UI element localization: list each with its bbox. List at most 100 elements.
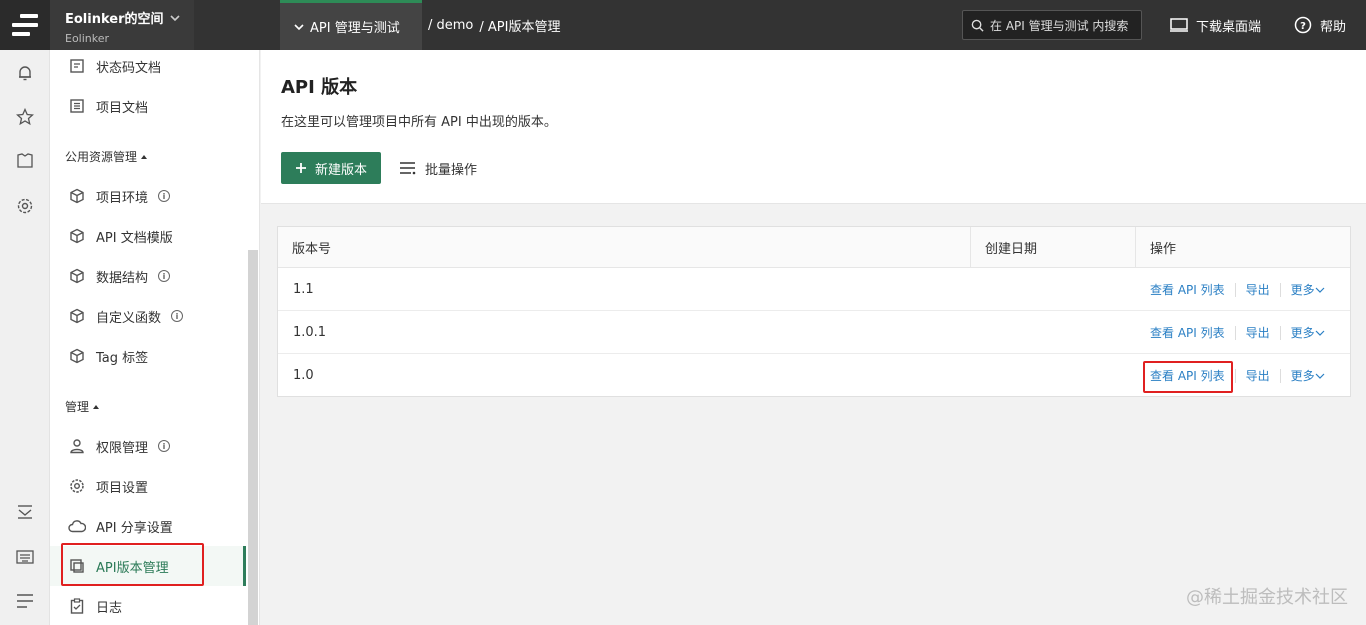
sidebar-item-project-env[interactable]: 项目环境 i — [50, 176, 246, 216]
new-version-button[interactable]: 新建版本 — [281, 152, 381, 184]
view-api-list-link[interactable]: 查看 API 列表 — [1150, 367, 1225, 384]
workspace-switcher[interactable]: Eolinker的空间 Eolinker — [50, 0, 194, 50]
info-icon[interactable]: i — [158, 440, 171, 452]
sidebar-item-tag[interactable]: Tag 标签 — [50, 336, 246, 376]
settings-icon[interactable] — [15, 196, 35, 216]
copy-icon — [68, 557, 86, 575]
column-header-version: 版本号 — [292, 242, 332, 257]
version-cell: 1.0.1 — [293, 325, 327, 340]
user-icon — [68, 437, 86, 455]
row-operations: 查看 API 列表 导出 更多 — [1150, 268, 1325, 311]
sidebar-scrollbar[interactable] — [248, 250, 258, 625]
sidebar-item-label: 项目文档 — [96, 100, 149, 116]
svg-text:?: ? — [1300, 21, 1306, 32]
clipboard-icon — [68, 597, 86, 615]
sidebar-item-label: Tag 标签 — [96, 350, 149, 366]
sidebar-item-label: API版本管理 — [96, 560, 169, 576]
download-desktop-button[interactable]: 下载桌面端 — [1170, 0, 1261, 50]
list-doc-icon — [68, 97, 86, 115]
sidebar-item-logs[interactable]: 日志 — [50, 586, 246, 625]
chevron-down-icon — [294, 23, 304, 30]
search-icon — [971, 19, 984, 32]
page-title: API 版本 — [281, 77, 358, 98]
doc-icon — [68, 57, 86, 75]
export-link[interactable]: 导出 — [1246, 367, 1270, 384]
section-public-resources[interactable]: 公用资源管理 — [65, 148, 148, 165]
more-dropdown[interactable]: 更多 — [1291, 281, 1325, 298]
shirt-icon[interactable] — [15, 151, 35, 171]
sidebar-item-api-share-settings[interactable]: API 分享设置 — [50, 506, 246, 546]
search-placeholder: 在 API 管理与测试 内搜索 — [990, 18, 1129, 33]
sidebar-item-label: 项目设置 — [96, 480, 149, 496]
workspace-subtitle: Eolinker — [65, 32, 110, 45]
sidebar-item-label: 自定义函数 — [96, 310, 162, 326]
cube-icon — [68, 347, 86, 365]
breadcrumb: / demo / API版本管理 — [428, 0, 560, 50]
monitor-icon — [1170, 18, 1188, 32]
sidebar-item-label: 日志 — [96, 600, 123, 616]
view-api-list-link[interactable]: 查看 API 列表 — [1150, 281, 1225, 298]
sidebar-item-permissions[interactable]: 权限管理 i — [50, 426, 246, 466]
chevron-down-icon — [1315, 330, 1325, 336]
menu-icon[interactable] — [15, 591, 35, 611]
sidebar: 状态码文档 项目文档 公用资源管理 项目环境 i API 文档模版 数据结构 i… — [50, 50, 260, 625]
app-logo[interactable] — [0, 0, 50, 50]
batch-operation-button[interactable]: 批量操作 — [399, 152, 477, 184]
sidebar-item-data-structure[interactable]: 数据结构 i — [50, 256, 246, 296]
sidebar-item-api-version-management[interactable]: API版本管理 — [50, 546, 246, 586]
watermark: @稀土掘金技术社区 — [1186, 587, 1348, 608]
row-operations: 查看 API 列表 导出 更多 — [1150, 354, 1325, 397]
sidebar-item-custom-function[interactable]: 自定义函数 i — [50, 296, 246, 336]
icon-rail — [0, 50, 50, 625]
sidebar-item-label: API 分享设置 — [96, 520, 173, 536]
help-button[interactable]: ? 帮助 — [1294, 0, 1346, 50]
chevron-down-icon — [1315, 373, 1325, 379]
search-input[interactable]: 在 API 管理与测试 内搜索 — [962, 10, 1142, 40]
sidebar-item-label: 数据结构 — [96, 270, 149, 286]
cube-icon — [68, 307, 86, 325]
top-bar: Eolinker的空间 Eolinker API 管理与测试 / demo / … — [0, 0, 1366, 50]
column-header-created-date[interactable]: 创建日期 — [971, 227, 1037, 268]
more-dropdown[interactable]: 更多 — [1291, 324, 1325, 341]
sidebar-item-status-code-doc[interactable]: 状态码文档 — [50, 50, 246, 86]
version-cell: 1.0 — [293, 368, 314, 383]
export-link[interactable]: 导出 — [1246, 324, 1270, 341]
page-header: API 版本 在这里可以管理项目中所有 API 中出现的版本。 新建版本 批量操… — [261, 50, 1366, 204]
section-manage[interactable]: 管理 — [65, 398, 100, 415]
more-dropdown[interactable]: 更多 — [1291, 367, 1325, 384]
list-icon — [400, 162, 416, 175]
keyboard-icon[interactable] — [15, 547, 35, 567]
download-label: 下载桌面端 — [1196, 19, 1262, 35]
chevron-up-icon — [93, 404, 100, 409]
info-icon[interactable]: i — [158, 190, 171, 202]
version-table: 版本号 创建日期 操作 1.1 查看 API 列表 导出 更多 1.0.1 查看… — [277, 226, 1351, 397]
bell-icon[interactable] — [15, 63, 35, 83]
export-link[interactable]: 导出 — [1246, 281, 1270, 298]
project-tab-label: API 管理与测试 — [310, 21, 400, 36]
view-api-list-link[interactable]: 查看 API 列表 — [1150, 324, 1225, 341]
sidebar-item-project-settings[interactable]: 项目设置 — [50, 466, 246, 506]
help-label: 帮助 — [1320, 19, 1347, 35]
collapse-down-icon[interactable] — [15, 502, 35, 522]
help-icon: ? — [1294, 16, 1312, 34]
sidebar-item-label: 状态码文档 — [96, 60, 162, 76]
star-icon[interactable] — [15, 107, 35, 127]
row-operations: 查看 API 列表 导出 更多 — [1150, 311, 1325, 354]
table-header: 版本号 创建日期 操作 — [278, 227, 1350, 268]
sidebar-item-label: 权限管理 — [96, 440, 149, 456]
gear-icon — [68, 477, 86, 495]
chevron-down-icon — [169, 14, 180, 21]
table-row: 1.0 查看 API 列表 导出 更多 — [278, 354, 1350, 397]
version-cell: 1.1 — [293, 282, 314, 297]
breadcrumb-demo[interactable]: / demo — [428, 18, 473, 33]
logo-icon — [10, 14, 40, 36]
chevron-up-icon — [141, 154, 148, 159]
sidebar-item-project-doc[interactable]: 项目文档 — [50, 86, 246, 126]
cube-icon — [68, 267, 86, 285]
project-tab[interactable]: API 管理与测试 — [280, 0, 422, 50]
cube-icon — [68, 187, 86, 205]
sidebar-item-api-doc-template[interactable]: API 文档模版 — [50, 216, 246, 256]
plus-icon — [295, 163, 306, 173]
info-icon[interactable]: i — [171, 310, 184, 322]
info-icon[interactable]: i — [158, 270, 171, 282]
